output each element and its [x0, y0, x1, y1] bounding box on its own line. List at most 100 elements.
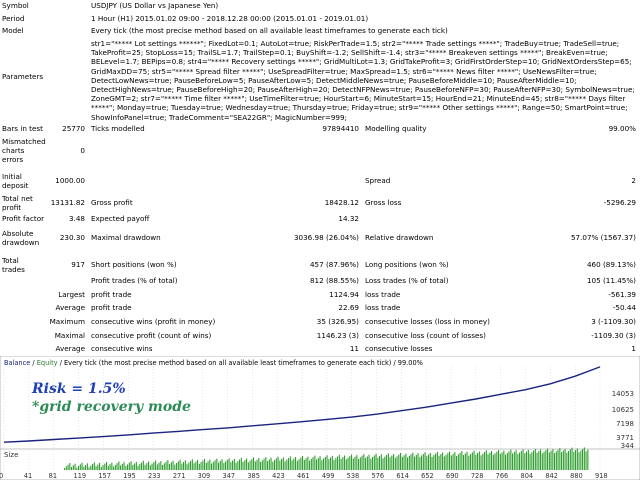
volume-bar — [443, 456, 445, 470]
x-tick-label: 499 — [321, 472, 335, 480]
volume-bar — [447, 453, 449, 470]
volume-bar — [72, 465, 74, 470]
volume-bar — [260, 462, 262, 470]
grossloss-label: Gross loss — [365, 198, 402, 207]
volume-bar — [407, 457, 409, 470]
volume-bar — [106, 461, 108, 470]
volume-bar — [181, 463, 183, 470]
bars-label: Bars in test — [2, 124, 43, 133]
largest-profit-value: 1124.94 — [329, 290, 359, 299]
volume-bar — [527, 449, 529, 470]
volume-bar — [398, 454, 400, 470]
volume-bar — [107, 465, 109, 470]
row-mismatched: Mismatched charts errors 0 — [0, 137, 640, 165]
volume-bar — [554, 453, 556, 470]
volume-bar — [261, 460, 263, 470]
volume-bar — [293, 458, 295, 470]
expectedpayoff-value: 14.32 — [338, 214, 359, 223]
volume-bar — [408, 455, 410, 470]
average2-prefix: Average — [55, 344, 85, 353]
volume-bar — [454, 452, 456, 470]
volume-bar — [396, 456, 398, 470]
volume-bar — [561, 452, 563, 470]
volume-bar — [466, 451, 468, 470]
volume-bar — [480, 455, 482, 470]
volume-bar — [109, 464, 111, 470]
short-value: 457 (87.96%) — [309, 260, 359, 269]
volume-bar — [391, 455, 393, 470]
volume-bar — [317, 457, 319, 470]
volume-bar — [100, 466, 102, 470]
volume-bar — [104, 463, 106, 470]
maximal-profit-label: consecutive profit (count of wins) — [91, 331, 212, 340]
volume-bar — [550, 450, 552, 470]
average-profit-value: 22.69 — [338, 303, 359, 312]
volume-bar — [177, 461, 179, 470]
volume-bar — [303, 459, 305, 470]
maxdrawdown-label: Maximal drawdown — [91, 233, 161, 242]
volume-bar — [237, 461, 239, 470]
row-maximum: Maximum consecutive wins (profit in mone… — [0, 317, 640, 327]
volume-bar — [576, 448, 578, 470]
volume-bar — [459, 452, 461, 470]
y-tick-2: 7198 — [616, 420, 634, 428]
x-tick-label: 461 — [297, 472, 310, 480]
volume-bar — [414, 456, 416, 470]
volume-bar — [559, 448, 561, 470]
volume-bar — [359, 457, 361, 470]
volume-bar — [97, 464, 99, 470]
profitfactor-label: Profit factor — [2, 214, 45, 223]
mismatched-label-3: errors — [2, 155, 24, 164]
volume-bar — [83, 466, 85, 470]
volume-bar — [116, 463, 118, 470]
parameters-value: str1="***** Lot settings ******"; FixedL… — [91, 39, 635, 122]
volume-bar — [139, 464, 141, 470]
volume-bar — [485, 450, 487, 470]
volume-bar — [207, 461, 209, 470]
volume-bar — [435, 453, 437, 470]
volume-bar — [484, 452, 486, 470]
volume-bar — [449, 451, 451, 470]
x-tick-label: 614 — [396, 472, 409, 480]
x-tick-label: 842 — [545, 472, 558, 480]
volume-bar — [380, 454, 382, 470]
x-tick-label: 157 — [98, 472, 111, 480]
mismatched-label-1: Mismatched — [2, 137, 46, 146]
x-tick-label: 119 — [73, 472, 87, 480]
volume-bar — [461, 451, 463, 470]
x-tick-label: 423 — [272, 472, 285, 480]
volume-bar — [494, 453, 496, 470]
volume-bar — [365, 458, 367, 470]
volume-bar — [328, 459, 330, 470]
drawdown-label-1: Absolute — [2, 229, 34, 238]
volume-bar — [337, 456, 339, 470]
mode-annotation: *grid recovery mode — [32, 399, 191, 415]
row-period: Period 1 Hour (H1) 2015.01.02 09:00 - 20… — [0, 14, 640, 24]
volume-bar — [342, 457, 344, 470]
volume-bar — [160, 461, 162, 470]
parameters-label: Parameters — [2, 72, 44, 81]
row-maximal: Maximal consecutive profit (count of win… — [0, 331, 640, 341]
volume-bar — [487, 454, 489, 470]
volume-bar — [174, 464, 176, 470]
deposit-value: 1000.00 — [55, 176, 85, 185]
volume-bar — [148, 461, 150, 470]
losstrades-value: 105 (11.45%) — [586, 276, 636, 285]
volume-bar — [249, 460, 251, 470]
volume-bar — [144, 464, 146, 470]
volume-bar — [281, 459, 283, 470]
grossprofit-value: 18428.12 — [324, 198, 359, 207]
row-deposit: Initial deposit 1000.00 Spread 2 — [0, 172, 640, 192]
volume-bar — [363, 454, 365, 470]
trades-label-2: trades — [2, 265, 25, 274]
volume-bar — [219, 460, 221, 470]
volume-bar — [426, 456, 428, 470]
volume-bar — [545, 450, 547, 470]
volume-bar — [74, 463, 76, 470]
volume-bar — [79, 464, 81, 470]
absdrawdown-value: 230.30 — [59, 233, 85, 242]
volume-bar — [179, 459, 181, 470]
volume-bar — [520, 450, 522, 470]
expectedpayoff-label: Expected payoff — [91, 214, 150, 223]
volume-bar — [578, 452, 580, 470]
